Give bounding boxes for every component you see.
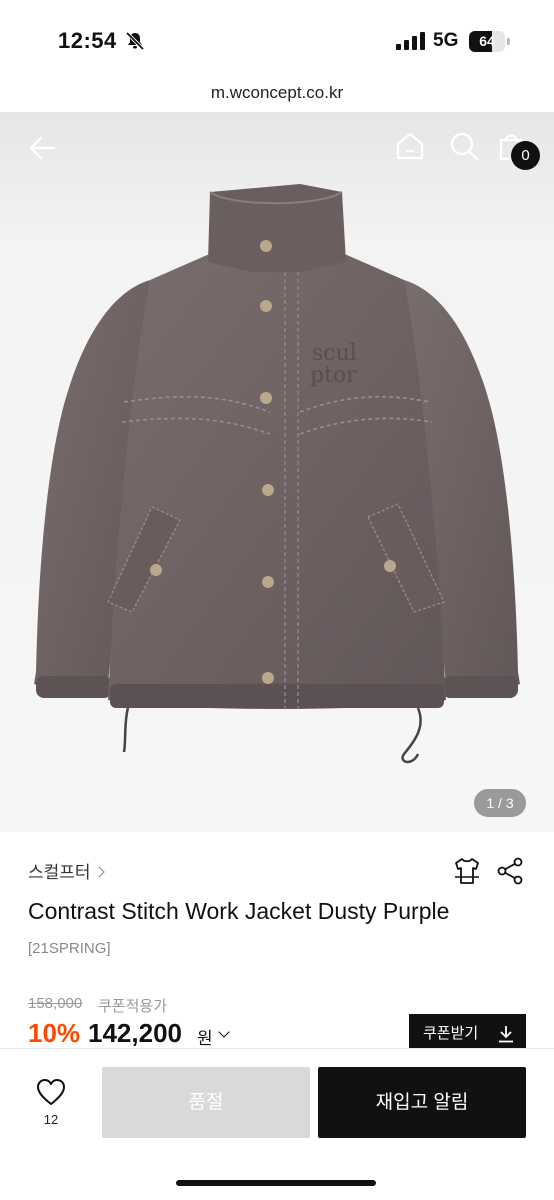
heart-icon [37, 1079, 65, 1105]
discount-rate: 10% [28, 1018, 81, 1048]
share-icon[interactable] [496, 857, 524, 885]
jacket-photo: scul ptor [34, 184, 520, 764]
product-name: Contrast Stitch Work Jacket Dusty Purple [28, 898, 450, 924]
size-guide-icon[interactable] [452, 856, 482, 886]
brand-name: 스컬프터 [28, 863, 91, 882]
product-image-carousel[interactable]: scul ptor [0, 112, 554, 832]
url-bar[interactable]: m.wconcept.co.kr [0, 80, 554, 112]
coupon-button-label: 쿠폰받기 [423, 1025, 479, 1042]
like-button[interactable]: 12 [22, 1078, 80, 1134]
chevron-down-icon[interactable] [218, 1026, 230, 1038]
home-indicator[interactable] [176, 1180, 376, 1186]
season-tag: [21SPRING] [28, 940, 111, 957]
currency-unit: 원 [197, 1029, 213, 1048]
battery-percent: 64 [479, 33, 495, 49]
network-label: 5G [433, 30, 459, 51]
home-icon[interactable] [394, 130, 426, 162]
status-bar: 12:54 5G 64 [0, 0, 554, 80]
jacket-embroidery-bottom: ptor [310, 363, 357, 388]
image-counter: 1 / 3 [474, 789, 526, 817]
back-arrow-icon[interactable] [26, 132, 58, 164]
battery-icon: 64 [469, 31, 510, 52]
bell-slash-icon [125, 31, 145, 51]
restock-notify-button[interactable]: 재입고 알림 [318, 1067, 526, 1138]
chevron-right-icon [92, 866, 105, 878]
signal-icon [396, 32, 425, 50]
sold-out-button: 품절 [102, 1067, 310, 1138]
like-count: 12 [43, 1112, 59, 1127]
original-price: 158,000 [28, 995, 83, 1012]
brand-link[interactable]: 스컬프터 [28, 858, 105, 883]
cart-count-badge[interactable]: 0 [511, 141, 540, 170]
search-icon[interactable] [448, 130, 480, 162]
status-time: 12:54 [58, 28, 117, 53]
sale-price: 142,200 [88, 1018, 182, 1048]
coupon-price-note: 쿠폰적용가 [98, 998, 168, 1015]
download-icon [499, 1026, 513, 1043]
